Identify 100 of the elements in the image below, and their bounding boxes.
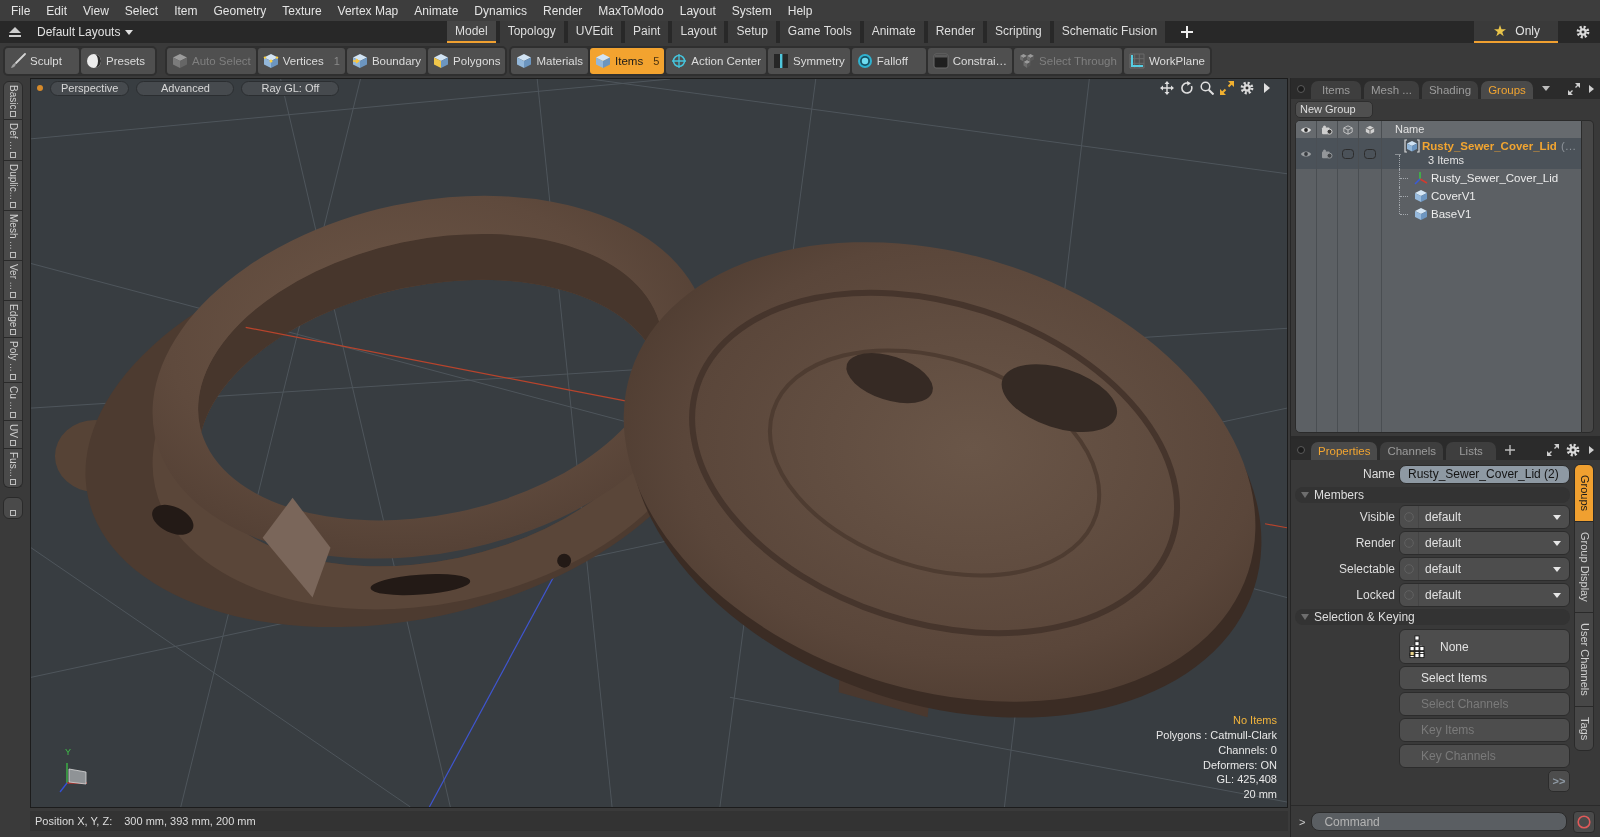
side-tab[interactable]: Group Display <box>1575 522 1593 613</box>
layout-tab[interactable]: Setup <box>728 21 776 43</box>
tool-button[interactable]: Presets <box>81 47 155 74</box>
tool-tab[interactable]: Edge <box>3 300 23 339</box>
dropdown[interactable]: default <box>1399 531 1570 555</box>
panel-tab[interactable]: Properties <box>1311 442 1378 460</box>
panel-tab[interactable]: Lists <box>1446 442 1496 460</box>
panel-tab[interactable]: Mesh ... <box>1364 81 1419 99</box>
tool-button[interactable]: WorkPlane <box>1123 47 1210 74</box>
settings-icon[interactable] <box>1240 81 1254 95</box>
rotate-icon[interactable] <box>1180 81 1194 95</box>
menu-item[interactable]: Edit <box>38 0 76 21</box>
tool-tab[interactable]: Ver ... <box>3 260 23 301</box>
tab-button[interactable] <box>3 496 23 519</box>
menu-item[interactable]: Dynamics <box>466 0 535 21</box>
eject-icon[interactable] <box>9 27 21 37</box>
camera-icon[interactable] <box>1321 148 1333 159</box>
tool-button[interactable]: Constrai… <box>927 47 1013 74</box>
camera-icon[interactable] <box>1321 124 1333 135</box>
layout-tab[interactable]: Topology <box>499 21 564 43</box>
selection-mode-button[interactable]: None <box>1399 629 1570 664</box>
toggle-icon[interactable] <box>1342 148 1354 159</box>
menu-item[interactable]: Item <box>166 0 206 21</box>
maximize-icon[interactable] <box>1220 81 1234 95</box>
cube-icon[interactable] <box>1364 124 1376 135</box>
tool-button[interactable]: Materials <box>511 47 589 74</box>
section-header[interactable]: Members <box>1295 487 1570 503</box>
tool-button[interactable]: Action Center <box>666 47 766 74</box>
panel-tab[interactable]: Shading <box>1421 81 1479 99</box>
settings-icon[interactable] <box>1576 25 1590 39</box>
menu-item[interactable]: View <box>75 0 117 21</box>
tool-tab[interactable]: Cu ... <box>3 382 23 421</box>
only-button[interactable]: Only <box>1474 21 1558 43</box>
move-icon[interactable] <box>1160 81 1174 95</box>
dropdown[interactable]: default <box>1399 557 1570 581</box>
caret-icon[interactable] <box>1541 86 1550 91</box>
cube-icon[interactable] <box>1342 124 1354 135</box>
toggle-icon[interactable] <box>1364 148 1376 159</box>
layout-tab[interactable]: Layout <box>672 21 725 43</box>
tool-button[interactable]: Boundary <box>346 47 427 74</box>
tool-button[interactable]: Polygons <box>428 47 506 74</box>
section-header[interactable]: Selection & Keying <box>1295 609 1570 625</box>
dropdown[interactable]: default <box>1399 505 1570 529</box>
search-icon[interactable] <box>1200 81 1214 95</box>
menu-item[interactable]: System <box>723 0 780 21</box>
panel-tab[interactable]: Channels <box>1380 442 1443 460</box>
layout-tab[interactable]: Game Tools <box>779 21 860 43</box>
layout-tab[interactable]: Schematic Fusion <box>1053 21 1166 43</box>
scrollbar[interactable] <box>1582 120 1594 433</box>
tool-tab[interactable]: Mesh ... <box>3 211 23 261</box>
action-button[interactable]: Select Items <box>1399 666 1570 690</box>
layout-dropdown[interactable]: Default Layouts <box>33 22 138 42</box>
menu-item[interactable]: Layout <box>671 0 724 21</box>
menu-item[interactable]: Render <box>535 0 591 21</box>
record-button[interactable] <box>1573 810 1595 833</box>
menu-item[interactable]: Animate <box>406 0 467 21</box>
layout-tab[interactable]: UVEdit <box>567 21 622 43</box>
tool-tab[interactable]: Basic <box>3 81 23 121</box>
layout-tab[interactable]: Model <box>447 21 496 43</box>
tool-tab[interactable]: Duplic... <box>3 161 23 212</box>
group-row[interactable]: Rusty_Sewer_Cover_Lid (… 3 Items <box>1296 138 1581 169</box>
menu-item[interactable]: File <box>3 0 39 21</box>
tool-button[interactable]: Symmetry <box>768 47 850 74</box>
panel-tab[interactable]: Items <box>1311 81 1361 99</box>
menu-item[interactable]: MaxToModo <box>590 0 672 21</box>
caret-icon[interactable] <box>1589 84 1594 93</box>
3d-viewport[interactable]: Perspective Advanced Ray GL: Off Y No Items Polygons : Catmull-Clark Channels: 0 Deformers: ON GL: 425,408 20 mm <box>30 78 1288 808</box>
list-row[interactable]: BaseV1 <box>1296 205 1581 223</box>
tool-tab[interactable]: Fus... <box>3 448 23 488</box>
tool-button[interactable]: Falloff <box>851 47 926 74</box>
view-button[interactable]: Perspective <box>50 80 130 96</box>
panel-tab[interactable]: Groups <box>1481 81 1533 99</box>
tool-tab[interactable]: Poly ... <box>3 338 23 383</box>
side-tab[interactable]: Groups <box>1575 465 1593 523</box>
column-header[interactable]: Name <box>1395 123 1425 135</box>
new-group-button[interactable]: New Group <box>1295 100 1373 118</box>
caret-icon[interactable] <box>1589 445 1594 454</box>
caret-icon[interactable] <box>1264 83 1270 93</box>
list-row[interactable]: CoverV1 <box>1296 187 1581 205</box>
menu-item[interactable]: Geometry <box>205 0 275 21</box>
expand-icon[interactable] <box>1568 82 1580 95</box>
tool-tab[interactable]: Def ... <box>3 120 23 162</box>
layout-tab[interactable]: Scripting <box>987 21 1050 43</box>
expand-icon[interactable] <box>1547 443 1559 456</box>
menu-item[interactable]: Vertex Map <box>329 0 407 21</box>
tool-button[interactable]: Items 5 <box>590 47 665 74</box>
plus-icon[interactable] <box>1505 444 1515 455</box>
menu-item[interactable]: Texture <box>274 0 330 21</box>
side-tab[interactable]: User Channels <box>1575 612 1593 707</box>
layout-tab[interactable]: Render <box>927 21 984 43</box>
command-field[interactable]: Command <box>1311 812 1567 831</box>
tool-tab[interactable]: UV <box>3 420 23 449</box>
settings-icon[interactable] <box>1566 442 1580 457</box>
side-tab[interactable]: Tags <box>1575 706 1593 750</box>
layout-tab[interactable]: Paint <box>625 21 669 43</box>
list-row[interactable]: Rusty_Sewer_Cover_Lid <box>1296 169 1581 187</box>
tool-button[interactable]: Sculpt <box>5 47 79 74</box>
layout-tab[interactable]: Animate <box>863 21 924 43</box>
view-button[interactable]: Ray GL: Off <box>241 80 340 96</box>
view-button[interactable]: Advanced <box>136 80 235 96</box>
